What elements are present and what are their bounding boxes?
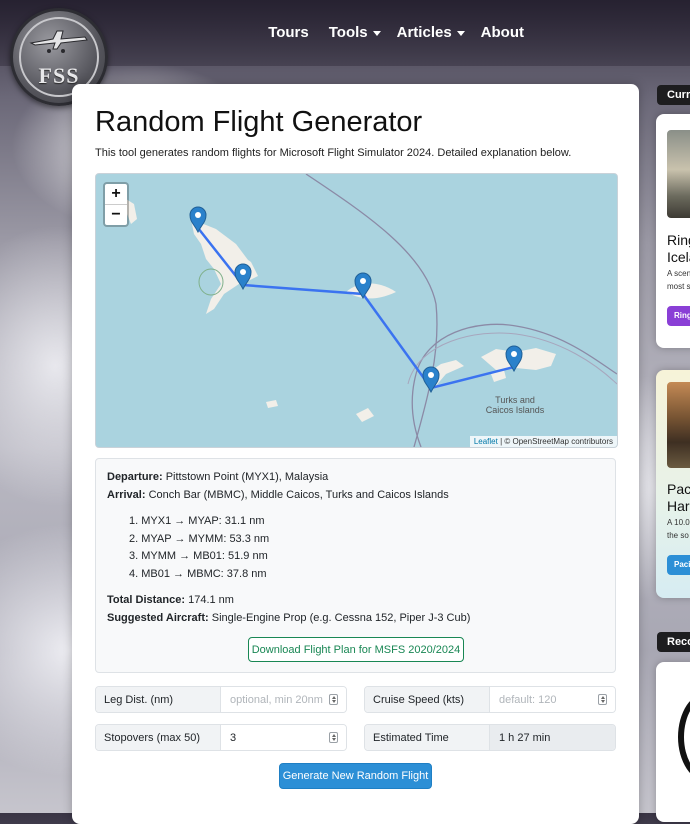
departure-label: Departure: [107, 471, 163, 483]
top-navbar: FSS Tours Tools Articles About [0, 0, 690, 106]
estimated-time-field: 1 h 27 min [490, 725, 615, 750]
estimated-time-label: Estimated Time [365, 725, 490, 750]
sidebar-card-desc: A scen [667, 269, 690, 278]
distance-label: Total Distance: [107, 594, 186, 606]
sidebar-card-title: Harb [667, 498, 690, 514]
arrival-value: Conch Bar (MBMC), Middle Caicos, Turks a… [148, 489, 449, 501]
arrival-line: Arrival: Conch Bar (MBMC), Middle Caicos… [107, 489, 449, 501]
estimated-time-value: 1 h 27 min [499, 731, 551, 744]
leg-distance-input[interactable]: optional, min 20nm [221, 687, 346, 712]
sidebar-card-ring[interactable]: Ring Icela A scen most s Ring [656, 114, 690, 348]
zoom-in-button[interactable]: + [105, 184, 127, 205]
nav-menu: Tours Tools Articles About [268, 24, 524, 41]
map-canvas: Turks and Caicos Islands [96, 174, 617, 447]
spinner-icon[interactable] [329, 732, 338, 743]
sidebar-card-desc: A 10.0 [667, 518, 690, 527]
generate-flight-button[interactable]: Generate New Random Flight [279, 763, 432, 789]
stopovers-label: Stopovers (max 50) [96, 725, 221, 750]
leg-distance-label: Leg Dist. (nm) [96, 687, 221, 712]
arrival-label: Arrival: [107, 489, 146, 501]
stopovers-input[interactable]: 3 [221, 725, 346, 750]
nav-label: Tours [268, 24, 309, 41]
sidebar-card-button[interactable]: Ring [667, 306, 690, 326]
sidebar-card-button[interactable]: Paci [667, 555, 690, 575]
sidebar-card-desc: most s [667, 282, 690, 291]
leaflet-link[interactable]: Leaflet [474, 437, 498, 446]
region-label: Turks and [495, 395, 535, 405]
stopovers-value: 3 [230, 731, 237, 744]
aircraft-line: Suggested Aircraft: Single-Engine Prop (… [107, 612, 470, 624]
sidebar-card-desc: the so [667, 531, 689, 540]
sidebar-card-pacific[interactable]: Paci Harb A 10.0 the so Paci [656, 370, 690, 598]
departure-line: Departure: Pittstown Point (MYX1), Malay… [107, 471, 328, 483]
departure-value: Pittstown Point (MYX1), Malaysia [165, 471, 329, 483]
leg-item: 1. MYX1 → MYAP: 31.1 nm [129, 515, 265, 527]
distance-value: 174.1 nm [188, 594, 234, 606]
nav-item-about[interactable]: About [481, 24, 524, 41]
nav-item-tours[interactable]: Tours [268, 24, 309, 41]
leg-item: 4. MB01 → MBMC: 37.8 nm [129, 567, 267, 580]
sidebar-card-reco[interactable] [656, 662, 690, 822]
sidebar-reco-header: Reco [657, 632, 690, 652]
nav-label: About [480, 24, 524, 41]
cruise-speed-group: Cruise Speed (kts) default: 120 [364, 686, 616, 713]
caret-down-icon [456, 30, 465, 36]
zoom-out-button[interactable]: − [105, 205, 127, 225]
flight-details-panel: Departure: Pittstown Point (MYX1), Malay… [95, 458, 616, 673]
map-attribution: Leaflet | © OpenStreetMap contributors [469, 436, 617, 447]
estimated-time-group: Estimated Time 1 h 27 min [364, 724, 616, 751]
caret-down-icon [372, 30, 381, 36]
region-label: Caicos Islands [486, 405, 545, 415]
sidebar-card-title: Paci [667, 481, 690, 497]
aircraft-label: Suggested Aircraft: [107, 612, 209, 624]
sidebar-card-title: Icela [667, 249, 690, 265]
leg-item: 3. MYMM → MB01: 51.9 nm [129, 550, 268, 562]
zoom-control: + − [103, 182, 129, 227]
aircraft-value: Single-Engine Prop (e.g. Cessna 152, Pip… [211, 612, 471, 624]
nav-item-tools[interactable]: Tools [329, 24, 381, 41]
spinner-icon[interactable] [598, 694, 607, 705]
sidebar-current-header: Curre [657, 85, 690, 105]
nav-label: Articles [396, 24, 452, 41]
route-map[interactable]: Turks and Caicos Islands + − Leaflet | ©… [95, 173, 618, 448]
download-flight-plan-button[interactable]: Download Flight Plan for MSFS 2020/2024 [248, 637, 464, 662]
sidebar-card-image [667, 382, 690, 468]
cruise-speed-input[interactable]: default: 120 [490, 687, 615, 712]
cruise-speed-placeholder: default: 120 [499, 693, 557, 706]
intro-text: This tool generates random flights for M… [95, 147, 572, 159]
airplane-icon [29, 30, 88, 53]
leg-item: 2. MYAP → MYMM: 53.3 nm [129, 532, 270, 545]
osm-attribution: | © OpenStreetMap contributors [500, 437, 613, 446]
leg-distance-placeholder: optional, min 20nm [230, 693, 323, 706]
legs-list: 1. MYX1 → MYAP: 31.1 nm 2. MYAP → MYMM: … [129, 513, 269, 583]
reco-logo-icon [678, 692, 690, 782]
cruise-speed-label: Cruise Speed (kts) [365, 687, 490, 712]
sidebar-card-title: Ring [667, 232, 690, 248]
main-card: Random Flight Generator This tool genera… [72, 84, 639, 824]
page-title: Random Flight Generator [95, 106, 423, 138]
spinner-icon[interactable] [329, 694, 338, 705]
nav-label: Tools [328, 24, 368, 41]
nav-item-articles[interactable]: Articles [397, 24, 465, 41]
stopovers-group: Stopovers (max 50) 3 [95, 724, 347, 751]
leg-distance-group: Leg Dist. (nm) optional, min 20nm [95, 686, 347, 713]
sidebar-card-image [667, 130, 690, 218]
distance-line: Total Distance: 174.1 nm [107, 594, 234, 606]
